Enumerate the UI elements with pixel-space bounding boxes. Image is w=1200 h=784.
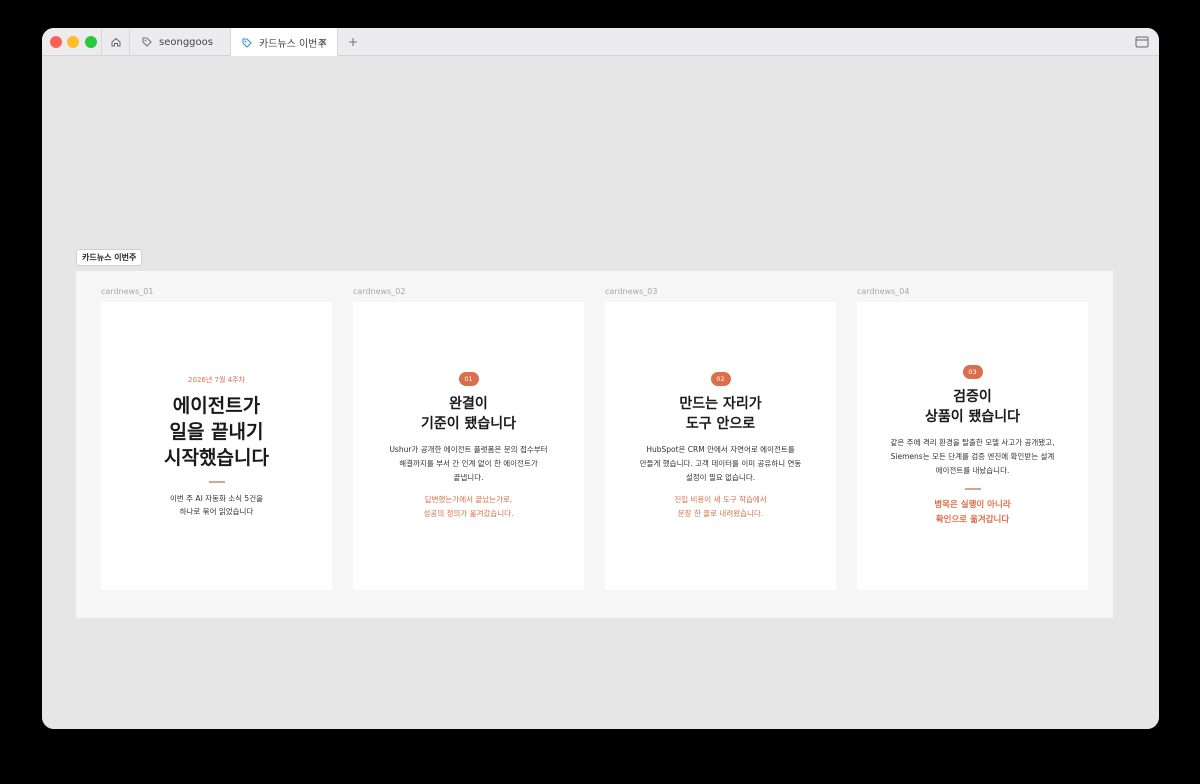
tab-seonggoos[interactable]: seonggoos bbox=[131, 28, 231, 56]
divider bbox=[208, 480, 225, 483]
card-04[interactable]: 03 검증이 상품이 됐습니다 같은 주에 격리 환경을 탈출한 모델 사고가 … bbox=[857, 302, 1088, 590]
card-label: cardnews_04 bbox=[857, 287, 910, 296]
divider bbox=[964, 487, 981, 490]
card-date: 2026년 7월 4주차 bbox=[188, 375, 245, 384]
new-tab-icon[interactable] bbox=[346, 35, 360, 49]
home-button[interactable] bbox=[101, 28, 130, 56]
card-number-badge: 03 bbox=[962, 364, 983, 379]
cardnews-frame: cardnews_01 2026년 7월 4주차 에이전트가 일을 끝내기 시작… bbox=[76, 271, 1113, 618]
card-label: cardnews_03 bbox=[605, 287, 658, 296]
close-icon[interactable] bbox=[317, 36, 329, 48]
titlebar: seonggoos 카드뉴스 이번주 bbox=[42, 28, 1159, 57]
tag-icon bbox=[242, 37, 252, 48]
card-number-badge: 01 bbox=[458, 371, 479, 386]
card-body: 같은 주에 격리 환경을 탈출한 모델 사고가 공개됐고, Siemens는 모… bbox=[890, 437, 1055, 475]
canvas-area: 카드뉴스 이번주 cardnews_01 2026년 7월 4주차 에이전트가 … bbox=[42, 56, 1159, 729]
card-title: 만드는 자리가 도구 안으로 bbox=[679, 395, 762, 432]
card-title: 검증이 상품이 됐습니다 bbox=[924, 388, 1021, 425]
home-icon bbox=[111, 37, 120, 47]
card-label: cardnews_02 bbox=[353, 287, 406, 296]
sidebar-toggle-icon[interactable] bbox=[1135, 36, 1149, 48]
tag-icon bbox=[142, 37, 152, 47]
frame-label[interactable]: 카드뉴스 이번주 bbox=[76, 249, 143, 266]
card-title: 완결이 기준이 됐습니다 bbox=[420, 395, 517, 432]
card-accent-text: 병목은 실행이 아니라 확인으로 옮겨갑니다 bbox=[934, 499, 1011, 525]
maximize-window-button[interactable] bbox=[85, 36, 97, 48]
card-label: cardnews_01 bbox=[101, 287, 154, 296]
card-cover[interactable]: 2026년 7월 4주차 에이전트가 일을 끝내기 시작했습니다 이번 주 AI… bbox=[101, 302, 332, 590]
card-accent-text: 진입 비용이 새 도구 학습에서 문장 한 줄로 내려왔습니다. bbox=[674, 494, 767, 518]
card-accent-text: 답변했는가에서 끝났는가로, 성공의 정의가 옮겨갔습니다. bbox=[423, 494, 514, 518]
tab-label: seonggoos bbox=[159, 36, 213, 48]
minimize-window-button[interactable] bbox=[67, 36, 79, 48]
card-body: HubSpot은 CRM 안에서 자연어로 에이전트를 만들게 했습니다. 고객… bbox=[639, 444, 802, 482]
card-body: Ushur가 공개한 에이전트 플랫폼은 문의 접수부터 해결까지를 부서 간 … bbox=[389, 444, 548, 482]
card-title: 에이전트가 일을 끝내기 시작했습니다 bbox=[164, 394, 269, 469]
card-03[interactable]: 02 만드는 자리가 도구 안으로 HubSpot은 CRM 안에서 자연어로 … bbox=[605, 302, 836, 590]
tab-cardnews[interactable]: 카드뉴스 이번주 bbox=[230, 28, 338, 57]
card-number-badge: 02 bbox=[710, 371, 731, 386]
card-subtitle: 이번 주 AI 자동화 소식 5건을 하나로 묶어 읽었습니다 bbox=[169, 493, 264, 516]
card-02[interactable]: 01 완결이 기준이 됐습니다 Ushur가 공개한 에이전트 플랫폼은 문의 … bbox=[353, 302, 584, 590]
browser-window: seonggoos 카드뉴스 이번주 카드뉴스 이번주 cardnews_01 … bbox=[42, 28, 1159, 729]
close-window-button[interactable] bbox=[50, 36, 62, 48]
